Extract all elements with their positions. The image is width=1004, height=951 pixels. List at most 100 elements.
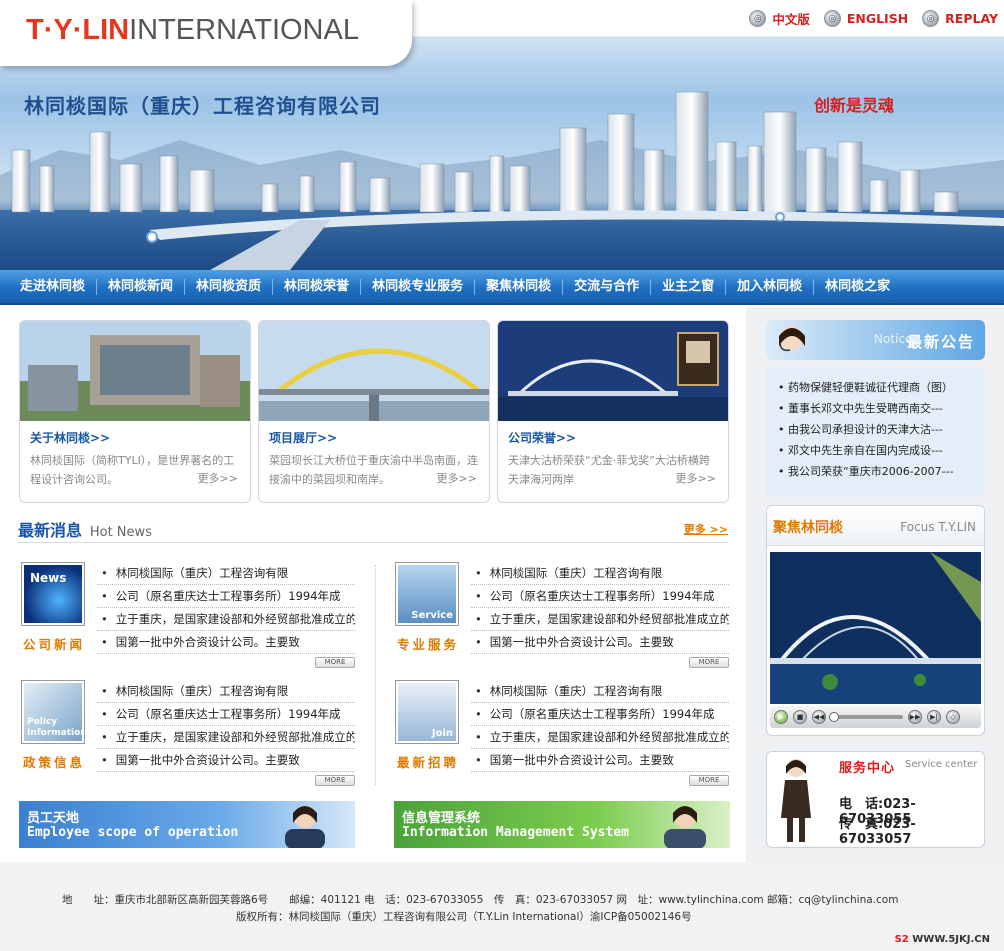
fullscreen-icon[interactable]: ◇ (946, 710, 960, 724)
more-button[interactable]: MORE (315, 775, 355, 786)
nav-item-honors[interactable]: 林同棪荣誉 (273, 278, 362, 295)
office-building-image (20, 321, 250, 421)
list-item[interactable]: 立于重庆，是国家建设部和外经贸部批准成立的 (97, 608, 355, 631)
service-center-panel: 服务中心 Service center 电 话:023-67033055 传 真… (766, 751, 985, 848)
news-more-link[interactable]: 更多 >> (684, 521, 728, 537)
more-link[interactable]: 更多>> (676, 470, 716, 486)
more-button[interactable]: MORE (315, 657, 355, 668)
nav-item-qualification[interactable]: 林同棪资质 (185, 278, 274, 295)
list-item[interactable]: 国第一批中外合资设计公司。主要致 (97, 631, 355, 654)
list-item[interactable]: 公司（原名重庆达士工程事务所）1994年成 (97, 585, 355, 608)
feature-card-projects[interactable]: 项目展厅>> 菜园坝长江大桥位于重庆渝中半岛南面，连接渝中的菜园坝和南岸。 更多… (258, 320, 490, 503)
forward-icon[interactable]: ▶▶ (908, 710, 922, 724)
focus-panel: 聚焦林同棪 Focus T.Y.LIN ▶ ■ ◀◀ ▶▶ ▶| ◇ (766, 505, 985, 736)
list-item[interactable]: 国第一批中外合资设计公司。主要致 (97, 749, 355, 772)
news-header: 最新消息 Hot News 更多 >> (18, 517, 728, 543)
footer-copyright-line: 版权所有：林同棪国际（重庆）工程咨询有限公司（T.Y.Lin Internati… (236, 911, 692, 923)
nav-item-news[interactable]: 林同棪新闻 (97, 278, 186, 295)
replay-link[interactable]: ◎ REPLAY (922, 9, 998, 28)
company-logo[interactable]: T·Y·LININTERNATIONAL (26, 14, 359, 47)
info-system-banner[interactable]: 信息管理系统 Information Management System (394, 801, 730, 848)
logo-international: INTERNATIONAL (129, 14, 359, 46)
more-button[interactable]: MORE (689, 657, 729, 668)
news-list: 林同棪国际（重庆）工程咨询有限 公司（原名重庆达士工程事务所）1994年成 立于… (471, 680, 729, 772)
list-item[interactable]: 林同棪国际（重庆）工程咨询有限 (97, 680, 355, 703)
more-link[interactable]: 更多>> (437, 470, 477, 486)
feature-title[interactable]: 项目展厅>> (269, 429, 337, 446)
thumb-caption: Policy Information (27, 717, 82, 738)
more-link[interactable]: 更多>> (198, 470, 238, 486)
next-icon[interactable]: ▶| (927, 710, 941, 724)
award-bridge-image (498, 321, 728, 421)
news-thumb[interactable]: Policy Information (21, 680, 85, 744)
list-item[interactable]: 立于重庆，是国家建设部和外经贸部批准成立的 (97, 726, 355, 749)
notice-item[interactable]: 由我公司承担设计的天津大沽--- (778, 419, 985, 440)
list-item[interactable]: 公司（原名重庆达士工程事务所）1994年成 (471, 585, 729, 608)
block-label[interactable]: 专业服务 (395, 634, 461, 653)
feature-card-about[interactable]: 关于林同棪>> 林同棪国际（简称TYLI），是世界著名的工程设计咨询公司。 更多… (19, 320, 251, 503)
nav-item-home[interactable]: 林同棪之家 (814, 279, 901, 295)
list-item[interactable]: 林同棪国际（重庆）工程咨询有限 (97, 562, 355, 585)
list-item[interactable]: 国第一批中外合资设计公司。主要致 (471, 631, 729, 654)
news-thumb[interactable]: News (21, 562, 85, 626)
news-thumb[interactable]: Join (395, 680, 459, 744)
watermark-text: WWW.5JKJ.CN (912, 934, 990, 945)
news-list: 林同棪国际（重庆）工程咨询有限 公司（原名重庆达士工程事务所）1994年成 立于… (97, 562, 355, 654)
lang-chinese-link[interactable]: ◎ 中文版 (749, 9, 810, 28)
notice-item[interactable]: 邓文中先生亲自在国内完成设--- (778, 440, 985, 461)
list-item[interactable]: 立于重庆，是国家建设部和外经贸部批准成立的 (471, 726, 729, 749)
more-button[interactable]: MORE (689, 775, 729, 786)
service-staff-photo (781, 759, 811, 842)
lang-english-link[interactable]: ◎ ENGLISH (823, 9, 908, 28)
feature-title[interactable]: 公司荣誉>> (508, 429, 576, 446)
replay-label: REPLAY (945, 11, 998, 26)
watermark: S2 WWW.5JKJ.CN (895, 934, 990, 945)
list-item[interactable]: 公司（原名重庆达士工程事务所）1994年成 (97, 703, 355, 726)
news-thumb[interactable]: Service (395, 562, 459, 626)
service-fax: 传 真:023-67033057 (839, 817, 916, 847)
list-item[interactable]: 公司（原名重庆达士工程事务所）1994年成 (471, 703, 729, 726)
nav-item-about[interactable]: 走进林同棪 (0, 278, 98, 295)
news-title: 最新消息 (18, 521, 83, 540)
banner-title: 信息管理系统 (402, 811, 481, 826)
language-bar: ◎ 中文版 ◎ ENGLISH ◎ REPLAY (749, 9, 998, 28)
banner-subtitle: Information Management System (402, 825, 629, 840)
feature-card-honors[interactable]: 公司荣誉>> 天津大沽桥荣获“尤金·菲戈奖”大沽桥横跨天津海河两岸 更多>> (497, 320, 729, 503)
nav-item-owners[interactable]: 业主之窗 (651, 278, 727, 295)
lang-chinese-label: 中文版 (772, 12, 810, 27)
header-banner: T·Y·LININTERNATIONAL ◎ 中文版 ◎ ENGLISH ◎ R… (0, 0, 1004, 270)
news-block-recruit: Join 最新招聘 林同棪国际（重庆）工程咨询有限 公司（原名重庆达士工程事务所… (393, 680, 729, 794)
service-title-en: Service center (905, 759, 978, 770)
rewind-icon[interactable]: ◀◀ (812, 710, 826, 724)
focus-title-en: Focus T.Y.LIN (900, 520, 976, 534)
stop-icon[interactable]: ■ (793, 710, 807, 724)
list-item[interactable]: 国第一批中外合资设计公司。主要致 (471, 749, 729, 772)
notice-item[interactable]: 董事长邓文中先生受聘西南交--- (778, 398, 985, 419)
block-label[interactable]: 最新招聘 (395, 752, 461, 771)
list-item[interactable]: 林同棪国际（重庆）工程咨询有限 (471, 680, 729, 703)
focus-header: 聚焦林同棪 Focus T.Y.LIN (767, 506, 984, 546)
nav-item-join[interactable]: 加入林同棪 (726, 278, 815, 295)
block-label[interactable]: 公司新闻 (21, 634, 87, 653)
employee-banner[interactable]: 员工天地 Employee scope of operation (19, 801, 355, 848)
block-label[interactable]: 政策信息 (21, 752, 87, 771)
bridge-image (259, 321, 489, 421)
news-list: 林同棪国际（重庆）工程咨询有限 公司（原名重庆达士工程事务所）1994年成 立于… (97, 680, 355, 772)
thumb-caption: News (30, 571, 67, 585)
video-frame[interactable] (770, 552, 981, 704)
list-item[interactable]: 立于重庆，是国家建设部和外经贸部批准成立的 (471, 608, 729, 631)
notice-header: Notice 最新公告 (766, 320, 985, 360)
nav-item-services[interactable]: 林同棪专业服务 (361, 278, 476, 295)
notice-item[interactable]: 药物保健轻便鞋诚征代理商（图） (778, 377, 985, 398)
feature-title[interactable]: 关于林同棪>> (30, 429, 110, 446)
notice-item[interactable]: 我公司荣获“重庆市2006-2007--- (778, 461, 985, 482)
seek-slider[interactable] (829, 712, 903, 722)
customer-service-photo (779, 326, 805, 352)
nav-item-focus[interactable]: 聚焦林同棪 (475, 278, 564, 295)
list-item[interactable]: 林同棪国际（重庆）工程咨询有限 (471, 562, 729, 585)
focus-title: 聚焦林同棪 (773, 520, 843, 536)
slogan-text: 创新是灵魂 (814, 96, 895, 115)
play-icon[interactable]: ▶ (774, 710, 788, 724)
nav-item-cooperation[interactable]: 交流与合作 (563, 278, 652, 295)
video-player-controls: ▶ ■ ◀◀ ▶▶ ▶| ◇ (770, 706, 981, 728)
